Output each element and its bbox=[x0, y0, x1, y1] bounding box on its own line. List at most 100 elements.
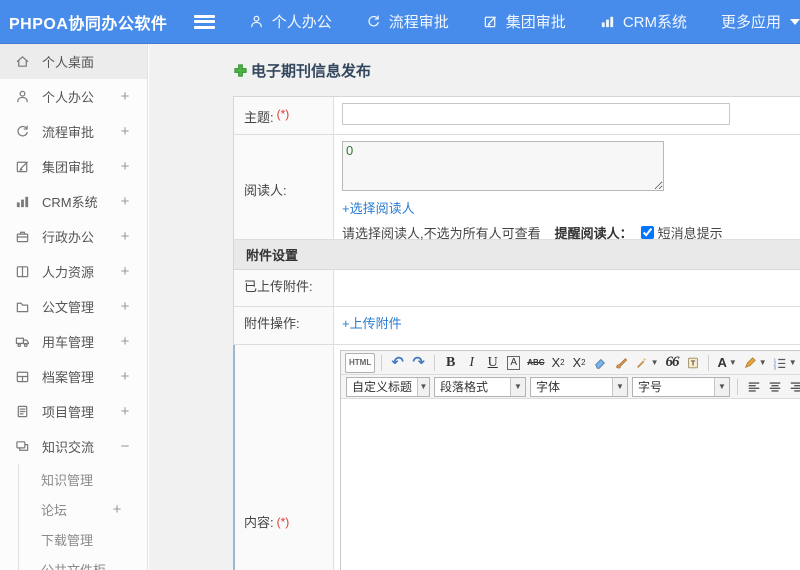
expander-plus-icon[interactable]: + bbox=[119, 228, 131, 245]
font-color-button[interactable]: A ▼ bbox=[715, 353, 738, 373]
sidebar-item-personal-office[interactable]: 个人办公 + bbox=[0, 79, 147, 114]
expander-plus-icon[interactable]: + bbox=[119, 403, 131, 420]
hamburger-menu-icon[interactable] bbox=[193, 14, 215, 29]
expander-plus-icon[interactable]: + bbox=[119, 88, 131, 105]
strikethrough-button[interactable]: ABC bbox=[525, 353, 546, 373]
process-icon bbox=[366, 14, 382, 30]
sidebar-subitem-label: 论坛 bbox=[41, 502, 68, 518]
expander-plus-icon[interactable]: + bbox=[119, 158, 131, 175]
sidebar-item-crm[interactable]: CRM系统 + bbox=[0, 184, 147, 219]
font-style-box-button[interactable]: A bbox=[504, 353, 523, 373]
sidebar-item-process-approval[interactable]: 流程审批 + bbox=[0, 114, 147, 149]
nav-more-apps[interactable]: 更多应用 bbox=[721, 11, 800, 32]
sidebar-subitem-knowledge-mgmt[interactable]: 知识管理 bbox=[19, 464, 147, 494]
html-source-button[interactable]: HTML bbox=[345, 352, 376, 373]
highlight-button[interactable]: ▼ bbox=[741, 353, 769, 373]
folder-icon bbox=[14, 298, 31, 315]
chevron-down-icon: ▼ bbox=[788, 358, 797, 367]
sidebar-subitem-download-mgmt[interactable]: 下载管理 bbox=[19, 524, 147, 554]
upload-attachment-link[interactable]: +上传附件 bbox=[342, 313, 402, 332]
undo-icon: ↶ bbox=[391, 354, 404, 371]
sidebar-item-label: 集团审批 bbox=[42, 160, 95, 175]
home-icon bbox=[14, 53, 31, 70]
sidebar-item-desktop[interactable]: 个人桌面 bbox=[0, 44, 147, 79]
nav-crm[interactable]: CRM系统 bbox=[600, 11, 687, 32]
subscript-button[interactable]: X2 bbox=[570, 353, 589, 373]
readers-row: 阅读人: 0 +选择阅读人 请选择阅读人,不选为所有人可查看 提醒阅读人： 短消… bbox=[234, 135, 800, 241]
sidebar-item-document-mgmt[interactable]: 公文管理 + bbox=[0, 289, 147, 324]
process-icon bbox=[14, 123, 31, 140]
sidebar-item-admin-office[interactable]: 行政办公 + bbox=[0, 219, 147, 254]
undo-button[interactable]: ↶ bbox=[388, 353, 407, 373]
eraser-button[interactable] bbox=[591, 353, 610, 373]
readers-textarea[interactable]: 0 bbox=[342, 141, 664, 191]
font-size-select[interactable]: 字号 ▼ bbox=[632, 376, 730, 397]
nav-personal-office[interactable]: 个人办公 bbox=[249, 11, 332, 32]
readers-label: 阅读人: bbox=[234, 135, 334, 239]
sidebar-item-project-mgmt[interactable]: 项目管理 + bbox=[0, 394, 147, 429]
subject-input[interactable] bbox=[342, 103, 730, 125]
top-bar: PHPOA协同办公软件 个人办公 流程审批 集团审批 CRM系统 更多应用 bbox=[0, 0, 800, 44]
content-row: 内容: (*) HTML ↶ ↷ B I U A ABC X 2 X 2 ▼ 66 T A ▼ ▼ 1 2 3 ▼ 自定义… bbox=[233, 345, 800, 570]
sidebar-item-label: 档案管理 bbox=[42, 370, 95, 385]
font-family-select[interactable]: 字体 ▼ bbox=[530, 376, 628, 397]
bold-button[interactable]: B bbox=[441, 353, 460, 373]
align-left-button[interactable] bbox=[744, 377, 763, 397]
expander-plus-icon[interactable]: + bbox=[119, 368, 131, 385]
sidebar-item-label: 项目管理 bbox=[42, 405, 95, 420]
uploaded-attachments-row: 已上传附件: bbox=[234, 270, 800, 307]
sidebar-item-label: 个人办公 bbox=[42, 90, 95, 105]
redo-button[interactable]: ↷ bbox=[409, 353, 428, 373]
expander-minus-icon[interactable]: − bbox=[119, 438, 131, 455]
expander-plus-icon[interactable]: + bbox=[119, 193, 131, 210]
expander-plus-icon[interactable]: + bbox=[119, 333, 131, 350]
style-wand-button[interactable]: ▼ bbox=[633, 353, 661, 373]
ordered-list-button[interactable]: 1 2 3 ▼ bbox=[771, 353, 799, 373]
sidebar-item-archive-mgmt[interactable]: 档案管理 + bbox=[0, 359, 147, 394]
sms-remind-checkbox[interactable] bbox=[640, 226, 654, 239]
align-left-icon bbox=[747, 380, 761, 394]
svg-text:T: T bbox=[691, 360, 696, 367]
sidebar-item-label: 知识交流 bbox=[42, 440, 95, 455]
archive-icon bbox=[14, 368, 31, 385]
edit-icon bbox=[483, 14, 499, 30]
uploaded-value bbox=[334, 270, 800, 306]
expander-plus-icon[interactable]: + bbox=[119, 123, 131, 140]
underline-button[interactable]: U bbox=[483, 353, 502, 373]
custom-title-select[interactable]: 自定义标题 ▼ bbox=[346, 376, 430, 397]
editor-toolbar-row2: 自定义标题 ▼ 段落格式 ▼ 字体 ▼ 字号 ▼ bbox=[341, 375, 800, 399]
subject-row: 主题: (*) bbox=[234, 97, 800, 135]
paragraph-format-select[interactable]: 段落格式 ▼ bbox=[434, 376, 526, 397]
paste-text-button[interactable]: T bbox=[683, 353, 702, 373]
sidebar-item-knowledge-exchange[interactable]: 知识交流 − bbox=[0, 429, 147, 464]
blockquote-button[interactable]: 66 bbox=[662, 353, 681, 373]
sidebar-item-vehicle-mgmt[interactable]: 用车管理 + bbox=[0, 324, 147, 359]
expander-plus-icon[interactable]: + bbox=[119, 298, 131, 315]
superscript-button[interactable]: X2 bbox=[549, 353, 568, 373]
nav-process-approval[interactable]: 流程审批 bbox=[366, 11, 449, 32]
select-readers-link[interactable]: +选择阅读人 bbox=[342, 198, 415, 217]
sidebar-subitem-forum[interactable]: 论坛 + bbox=[19, 494, 147, 524]
edit-icon bbox=[14, 158, 31, 175]
expander-plus-icon[interactable]: + bbox=[111, 501, 123, 518]
editor-content-area[interactable] bbox=[341, 399, 800, 570]
align-right-icon bbox=[789, 380, 800, 394]
sidebar-subitem-public-cabinet[interactable]: 公共文件柜 bbox=[19, 554, 147, 570]
add-icon bbox=[233, 63, 248, 78]
chevron-down-icon: ▼ bbox=[650, 358, 659, 367]
app-title: PHPOA协同办公软件 bbox=[9, 15, 168, 33]
expander-plus-icon[interactable]: + bbox=[119, 263, 131, 280]
italic-button[interactable]: I bbox=[462, 353, 481, 373]
person-icon bbox=[14, 88, 31, 105]
briefcase-icon bbox=[14, 228, 31, 245]
align-center-button[interactable] bbox=[765, 377, 784, 397]
nav-group-approval[interactable]: 集团审批 bbox=[483, 11, 566, 32]
nav-label: 更多应用 bbox=[720, 14, 781, 31]
sidebar-item-hr[interactable]: 人力资源 + bbox=[0, 254, 147, 289]
format-brush-button[interactable] bbox=[612, 353, 631, 373]
align-right-button[interactable] bbox=[786, 377, 800, 397]
sidebar-item-group-approval[interactable]: 集团审批 + bbox=[0, 149, 147, 184]
toolbar-separator bbox=[434, 354, 436, 371]
eraser-icon bbox=[593, 356, 607, 370]
editor-toolbar-row1: HTML ↶ ↷ B I U A ABC X 2 X 2 ▼ 66 T A ▼ ▼ 1 2 3 ▼ bbox=[341, 351, 800, 375]
